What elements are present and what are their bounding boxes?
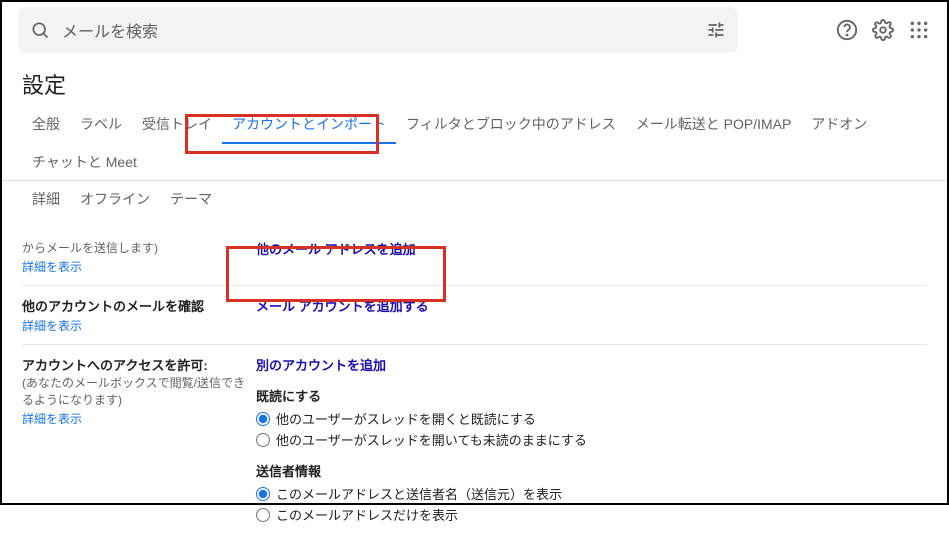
learn-more-link[interactable]: 詳細を表示	[22, 317, 256, 334]
tab-themes[interactable]: テーマ	[160, 181, 222, 217]
apps-icon[interactable]	[907, 18, 931, 42]
section-check-mail: 他のアカウントのメールを確認 詳細を表示 メール アカウントを追加する	[22, 286, 927, 345]
section-label: アカウントへのアクセスを許可: (あなたのメールボックスで閲覧/送信できるように…	[22, 355, 256, 526]
radio-input[interactable]	[256, 508, 270, 522]
tune-icon[interactable]	[706, 20, 726, 40]
radio-mark-read[interactable]: 他のユーザーがスレッドを開くと既読にする	[256, 409, 927, 428]
tabs-row1: 全般 ラベル 受信トレイ アカウントとインポート フィルタとブロック中のアドレス…	[2, 106, 947, 181]
tab-addons[interactable]: アドオン	[801, 106, 877, 144]
tab-forwarding[interactable]: メール転送と POP/IMAP	[626, 106, 802, 144]
mark-read-title: 既読にする	[256, 386, 927, 405]
tab-filters[interactable]: フィルタとブロック中のアドレス	[396, 106, 626, 144]
learn-more-link[interactable]: 詳細を表示	[22, 410, 256, 427]
sender-info-title: 送信者情報	[256, 461, 927, 480]
section-label: 他のアカウントのメールを確認 詳細を表示	[22, 296, 256, 334]
radio-keep-unread[interactable]: 他のユーザーがスレッドを開いても未読のままにする	[256, 430, 927, 449]
grant-access-sub: (あなたのメールボックスで閲覧/送信できるようになります)	[22, 374, 256, 408]
search-placeholder: メールを検索	[62, 18, 698, 42]
tab-chat[interactable]: チャットと Meet	[22, 144, 147, 180]
check-mail-label: 他のアカウントのメールを確認	[22, 299, 204, 314]
grant-access-label: アカウントへのアクセスを許可:	[22, 358, 208, 373]
page-title: 設定	[2, 58, 947, 106]
search-box[interactable]: メールを検索	[18, 7, 738, 53]
header-actions	[805, 18, 931, 42]
radio-label: 他のユーザーがスレッドを開いても未読のままにする	[276, 430, 587, 449]
radio-label: このメールアドレスだけを表示	[276, 505, 458, 524]
radio-sender-email-only[interactable]: このメールアドレスだけを表示	[256, 505, 927, 524]
radio-input[interactable]	[256, 433, 270, 447]
radio-input[interactable]	[256, 412, 270, 426]
section-grant-access: アカウントへのアクセスを許可: (あなたのメールボックスで閲覧/送信できるように…	[22, 345, 927, 536]
help-icon[interactable]	[835, 18, 859, 42]
section-body: 別のアカウントを追加 既読にする 他のユーザーがスレッドを開くと既読にする 他の…	[256, 355, 927, 526]
tab-advanced[interactable]: 詳細	[22, 181, 70, 217]
annotation-highlight-link	[226, 246, 446, 302]
tab-general[interactable]: 全般	[22, 106, 70, 144]
radio-label: このメールアドレスと送信者名（送信元）を表示	[276, 484, 562, 503]
radio-sender-full[interactable]: このメールアドレスと送信者名（送信元）を表示	[256, 484, 927, 503]
section-send-as: からメールを送信します) 詳細を表示 他のメール アドレスを追加	[22, 229, 927, 286]
send-as-sub: からメールを送信します)	[22, 239, 256, 256]
header: メールを検索	[2, 2, 947, 58]
gear-icon[interactable]	[871, 18, 895, 42]
add-other-account-link[interactable]: 別のアカウントを追加	[256, 358, 386, 373]
search-icon	[30, 20, 50, 40]
tabs-row2: 詳細 オフライン テーマ	[2, 181, 947, 225]
content: からメールを送信します) 詳細を表示 他のメール アドレスを追加 他のアカウント…	[2, 225, 947, 540]
annotation-highlight-tab	[185, 114, 379, 154]
section-label: からメールを送信します) 詳細を表示	[22, 239, 256, 275]
tab-labels[interactable]: ラベル	[70, 106, 132, 144]
radio-input[interactable]	[256, 487, 270, 501]
tab-offline[interactable]: オフライン	[70, 181, 160, 217]
radio-label: 他のユーザーがスレッドを開くと既読にする	[276, 409, 536, 428]
learn-more-link[interactable]: 詳細を表示	[22, 258, 256, 275]
